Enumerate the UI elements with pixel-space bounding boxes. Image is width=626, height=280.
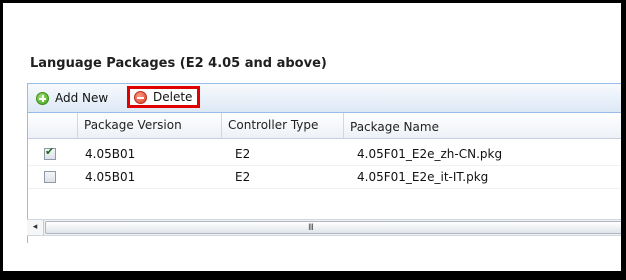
add-new-label: Add New: [55, 91, 109, 105]
column-header-package-name[interactable]: Package Name: [344, 115, 624, 140]
grid-toolbar: Add New Delete: [27, 83, 624, 113]
package-version-cell: 4.05B01: [85, 147, 136, 161]
scroll-thumb[interactable]: III: [45, 221, 624, 234]
table-row[interactable]: 4.05B01 E2 4.05F01_E2e_zh-CN.pkg: [28, 143, 624, 166]
frame-border-right: [621, 3, 626, 280]
remove-circle-icon: [134, 90, 147, 104]
package-name-cell: 4.05F01_E2e_zh-CN.pkg: [357, 147, 503, 161]
controller-type-cell: E2: [235, 170, 251, 184]
grid-header: Package Version Controller Type Package …: [28, 113, 624, 139]
controller-type-cell: E2: [235, 147, 251, 161]
select-column-header[interactable]: [28, 113, 78, 138]
frame-border-bottom: [0, 271, 626, 280]
section-title: Language Packages (E2 4.05 and above): [30, 56, 327, 71]
horizontal-scrollbar[interactable]: ◂ III: [27, 219, 624, 236]
row-checkbox[interactable]: [44, 171, 56, 183]
add-new-button[interactable]: Add New: [36, 84, 108, 112]
page-content: Language Packages (E2 4.05 and above) Ad…: [3, 3, 624, 271]
row-checkbox[interactable]: [44, 145, 56, 160]
package-version-cell: 4.05B01: [85, 170, 136, 184]
add-circle-icon: [36, 91, 49, 105]
scroll-left-icon[interactable]: ◂: [27, 220, 44, 235]
delete-label: Delete: [153, 90, 193, 104]
package-name-cell: 4.05F01_E2e_it-IT.pkg: [357, 170, 489, 184]
table-row[interactable]: 4.05B01 E2 4.05F01_E2e_it-IT.pkg: [28, 166, 624, 189]
delete-button[interactable]: Delete: [127, 86, 201, 108]
scroll-grip-icon: III: [308, 223, 314, 233]
column-header-controller-type[interactable]: Controller Type: [222, 113, 344, 138]
column-header-package-version[interactable]: Package Version: [78, 113, 222, 138]
